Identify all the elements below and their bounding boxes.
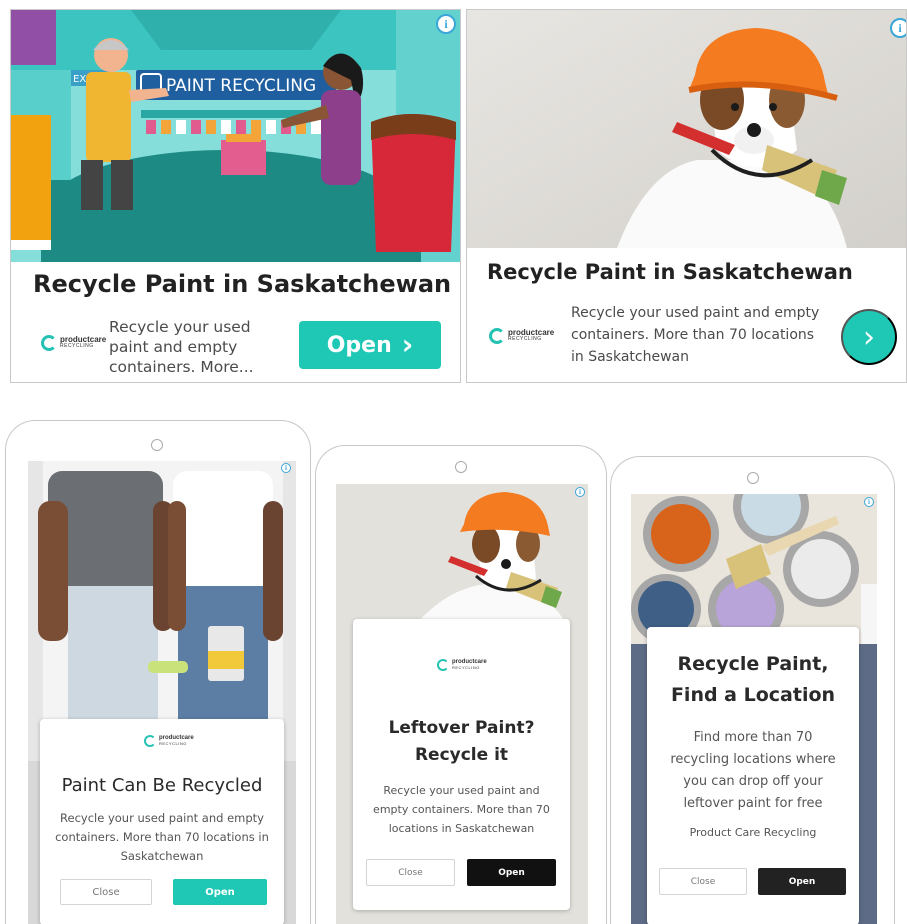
banner-ad-left: PAINT RECYCLING EXI i Recycle Paint in S…: [10, 9, 461, 383]
close-button[interactable]: Close: [366, 859, 455, 886]
phone-camera: [151, 439, 163, 451]
phone-1-title: Paint Can Be Recycled: [61, 775, 263, 796]
phone-camera: [455, 461, 467, 473]
adchoices-info-icon[interactable]: i: [890, 18, 906, 38]
productcare-ring-icon: [41, 335, 57, 351]
phone-3-title-line2: Find a Location: [670, 684, 836, 706]
open-button[interactable]: Open ›: [299, 321, 441, 369]
productcare-logo: productcare RECYCLING: [144, 735, 194, 747]
phone-1-screen: i productcare RECYCLING Paint Can Be Recy…: [28, 461, 296, 924]
open-button[interactable]: Open: [173, 879, 267, 905]
phone-3-ad-card: Recycle Paint, Find a Location Find more…: [647, 627, 859, 924]
phone-3-title-line1: Recycle Paint,: [677, 653, 829, 675]
phone-2-screen: i productcare RECYCLING Leftover Paint? R…: [336, 484, 588, 924]
adchoices-info-icon[interactable]: i: [864, 497, 874, 507]
productcare-logo: productcare RECYCLING: [41, 335, 106, 351]
phone-3-description: Find more than 70 recycling locations wh…: [670, 730, 836, 811]
banner-right-description: Recycle your used paint and empty contai…: [571, 305, 820, 365]
phone-3-title: Recycle Paint, Find a Location: [647, 649, 859, 711]
phone-1-ad-card: productcare RECYCLING Paint Can Be Recycl…: [40, 719, 284, 924]
adchoices-info-icon[interactable]: i: [436, 14, 456, 34]
phone-camera: [747, 472, 759, 484]
productcare-ring-icon: [489, 328, 505, 344]
open-button[interactable]: Open: [467, 859, 556, 886]
phone-1-description: Recycle your used paint and empty contai…: [55, 811, 269, 863]
phone-mockup-1: i productcare RECYCLING Paint Can Be Recy…: [5, 420, 311, 924]
banner-left-title: Recycle Paint in Saskatchewan: [33, 270, 452, 298]
open-chevron-button[interactable]: ›: [841, 309, 897, 365]
dog-with-brush-photo: [467, 10, 906, 248]
phone-2-description: Recycle your used paint and empty contai…: [373, 784, 550, 835]
productcare-logo: productcare RECYCLING: [437, 659, 487, 671]
phone-2-ad-card: productcare RECYCLING Leftover Paint? Rec…: [353, 619, 570, 910]
chevron-right-icon: ›: [863, 319, 875, 355]
banner-ad-right: i Recycle Paint in Saskatchewan productc…: [466, 9, 907, 383]
phone-mockup-3: i Recycle Paint, Find a Location Find mo…: [610, 456, 895, 924]
productcare-ring-icon: [437, 659, 449, 671]
chevron-right-icon: ›: [401, 328, 414, 361]
paint-store-illustration: PAINT RECYCLING EXI: [11, 10, 460, 262]
banner-left-description: Recycle your used paint and empty contai…: [109, 318, 254, 376]
productcare-logo: productcare RECYCLING: [489, 328, 554, 344]
open-button[interactable]: Open: [758, 868, 846, 895]
phone-2-title-line2: Recycle it: [414, 745, 509, 765]
phone-mockup-2: i productcare RECYCLING Leftover Paint? R…: [315, 445, 607, 924]
close-button[interactable]: Close: [60, 879, 152, 905]
open-button-label: Open: [326, 332, 392, 358]
paint-recycling-sign: PAINT RECYCLING: [166, 76, 316, 96]
painters-photo: [28, 461, 296, 761]
phone-3-screen: i Recycle Paint, Find a Location Find mo…: [631, 494, 877, 924]
phone-2-title: Leftover Paint? Recycle it: [353, 715, 570, 769]
close-button[interactable]: Close: [659, 868, 747, 895]
brand-name: Product Care Recycling: [689, 826, 817, 839]
adchoices-info-icon[interactable]: i: [575, 487, 585, 497]
adchoices-info-icon[interactable]: i: [281, 463, 291, 473]
productcare-ring-icon: [144, 735, 156, 747]
banner-right-title: Recycle Paint in Saskatchewan: [487, 260, 853, 284]
phone-2-title-line1: Leftover Paint?: [388, 718, 535, 738]
